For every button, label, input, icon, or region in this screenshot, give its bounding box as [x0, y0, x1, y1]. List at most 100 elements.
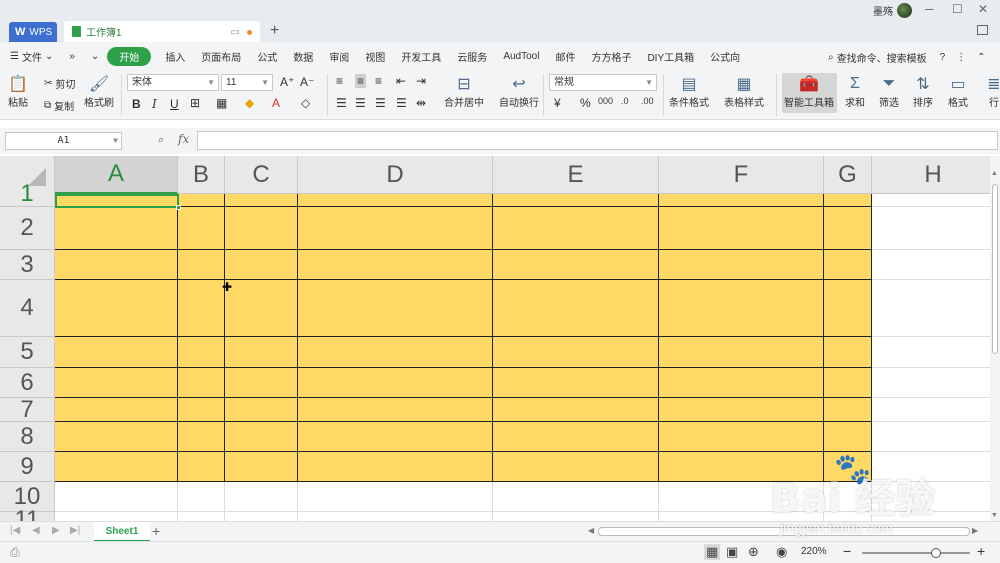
align-top-icon[interactable]: ≡	[336, 74, 343, 88]
menu-tab-start[interactable]: 开始	[107, 46, 152, 66]
cell-a5[interactable]	[55, 337, 178, 368]
cell-h8[interactable]	[872, 422, 990, 452]
cell-e2[interactable]	[493, 207, 659, 250]
row-header-2[interactable]: 2	[0, 207, 55, 250]
font-shrink-icon[interactable]: A⁻	[300, 75, 314, 89]
cell-d7[interactable]	[298, 398, 493, 422]
cell-d8[interactable]	[298, 422, 493, 452]
cell-f5[interactable]	[659, 337, 824, 368]
next-sheet-icon[interactable]: ▶	[52, 525, 60, 536]
menu-tab-diy[interactable]: DIY工具箱	[639, 49, 702, 64]
rows-button[interactable]: ≣ 行	[984, 74, 1000, 109]
cell-c3[interactable]	[225, 250, 298, 280]
cell-h7[interactable]	[872, 398, 990, 422]
row-header-5[interactable]: 5	[0, 337, 55, 368]
cell-b7[interactable]	[178, 398, 225, 422]
cell-a7[interactable]	[55, 398, 178, 422]
cell-b4[interactable]	[178, 280, 225, 337]
cell-h11[interactable]	[872, 512, 990, 521]
cell-h6[interactable]	[872, 368, 990, 398]
underline-button[interactable]: U	[170, 97, 179, 111]
cell-f3[interactable]	[659, 250, 824, 280]
cell-g10[interactable]	[824, 482, 872, 512]
font-size-select[interactable]: 11 ▼	[221, 74, 273, 91]
cell-g7[interactable]	[824, 398, 872, 422]
file-menu[interactable]: ☰ 文件 ⌄	[10, 49, 53, 64]
menu-tab-data[interactable]: 数据	[285, 49, 321, 64]
cell-c10[interactable]	[225, 482, 298, 512]
page-break-view-icon[interactable]: ⊕	[748, 544, 759, 560]
window-restore-icon[interactable]: ▭	[231, 27, 240, 38]
zoom-slider-knob[interactable]	[931, 548, 941, 558]
clear-format-icon[interactable]: ◇	[301, 96, 310, 110]
unsaved-dot-icon[interactable]	[247, 30, 252, 35]
column-header-g[interactable]: G	[824, 156, 872, 194]
menu-tab-ffgz[interactable]: 方方格子	[583, 49, 639, 64]
indent-decrease-icon[interactable]: ⇤	[396, 74, 406, 88]
cell-d4[interactable]	[298, 280, 493, 337]
cell-d5[interactable]	[298, 337, 493, 368]
cell-f2[interactable]	[659, 207, 824, 250]
column-header-d[interactable]: D	[298, 156, 493, 194]
cell-b6[interactable]	[178, 368, 225, 398]
more-options-icon[interactable]: ⋮	[956, 52, 966, 63]
last-sheet-icon[interactable]: ▶|	[70, 525, 80, 536]
cell-d9[interactable]	[298, 452, 493, 482]
cell-e4[interactable]	[493, 280, 659, 337]
column-header-c[interactable]: C	[225, 156, 298, 194]
font-grow-icon[interactable]: A⁺	[280, 75, 294, 89]
format-painter-button[interactable]: 🖌 格式刷	[84, 74, 114, 109]
cell-f1[interactable]	[659, 194, 824, 207]
conditional-format-button[interactable]: ▤ 条件格式	[669, 74, 709, 109]
cell-h10[interactable]	[872, 482, 990, 512]
row-header-1[interactable]: 1	[0, 182, 55, 207]
paste-button[interactable]: 📋 粘贴	[8, 74, 28, 109]
align-left-icon[interactable]: ☰	[336, 96, 347, 110]
first-sheet-icon[interactable]: |◀	[10, 525, 20, 536]
menu-tab-review[interactable]: 审阅	[321, 49, 357, 64]
sheet-tab-sheet1[interactable]: Sheet1	[94, 522, 150, 542]
column-header-e[interactable]: E	[493, 156, 659, 194]
horizontal-scrollbar[interactable]	[598, 527, 970, 536]
cell-f11[interactable]	[659, 512, 824, 521]
distributed-icon[interactable]: ⇹	[416, 96, 426, 110]
cell-e7[interactable]	[493, 398, 659, 422]
cell-a6[interactable]	[55, 368, 178, 398]
cell-c5[interactable]	[225, 337, 298, 368]
zoom-slider[interactable]	[862, 548, 970, 558]
cell-c2[interactable]	[225, 207, 298, 250]
row-header-4[interactable]: 4	[0, 280, 55, 337]
cell-b8[interactable]	[178, 422, 225, 452]
cell-f10[interactable]	[659, 482, 824, 512]
cell-e9[interactable]	[493, 452, 659, 482]
smart-toolbox-button[interactable]: 🧰 智能工具箱	[782, 73, 837, 113]
cell-b9[interactable]	[178, 452, 225, 482]
menu-tab-insert[interactable]: 插入	[157, 49, 193, 64]
cell-c6[interactable]	[225, 368, 298, 398]
font-color-icon[interactable]: A	[272, 96, 280, 110]
prev-sheet-icon[interactable]: ◀	[32, 525, 40, 536]
cell-e8[interactable]	[493, 422, 659, 452]
cell-d1[interactable]	[298, 194, 493, 207]
thousands-separator-button[interactable]: 000	[598, 96, 613, 106]
scroll-right-icon[interactable]: ▶	[972, 526, 978, 535]
cell-b2[interactable]	[178, 207, 225, 250]
cell-a4[interactable]	[55, 280, 178, 337]
more-chevrons-icon[interactable]: »	[61, 51, 83, 62]
cell-g11[interactable]	[824, 512, 872, 521]
cell-c8[interactable]	[225, 422, 298, 452]
scroll-down-icon[interactable]: ▼	[991, 512, 998, 519]
border-icon[interactable]: ⊞	[190, 96, 200, 110]
column-header-b[interactable]: B	[178, 156, 225, 194]
page-layout-view-icon[interactable]: ▣	[726, 544, 738, 560]
column-header-a[interactable]: A	[55, 156, 178, 194]
menu-tab-formula-wizard[interactable]: 公式向	[702, 49, 748, 64]
command-search[interactable]: ⌕ 查找命令、搜索模板 ? ⋮ ⌃	[828, 50, 986, 65]
sort-button[interactable]: ⇅ 排序	[913, 74, 933, 109]
cell-e11[interactable]	[493, 512, 659, 521]
row-header-6[interactable]: 6	[0, 368, 55, 398]
eye-protection-icon[interactable]: ◉	[776, 544, 787, 560]
menu-tab-audtool[interactable]: AudTool	[495, 51, 547, 62]
cut-button[interactable]: ✂ 剪切	[44, 76, 75, 91]
tab-wps-home[interactable]: W WPS	[9, 22, 57, 42]
